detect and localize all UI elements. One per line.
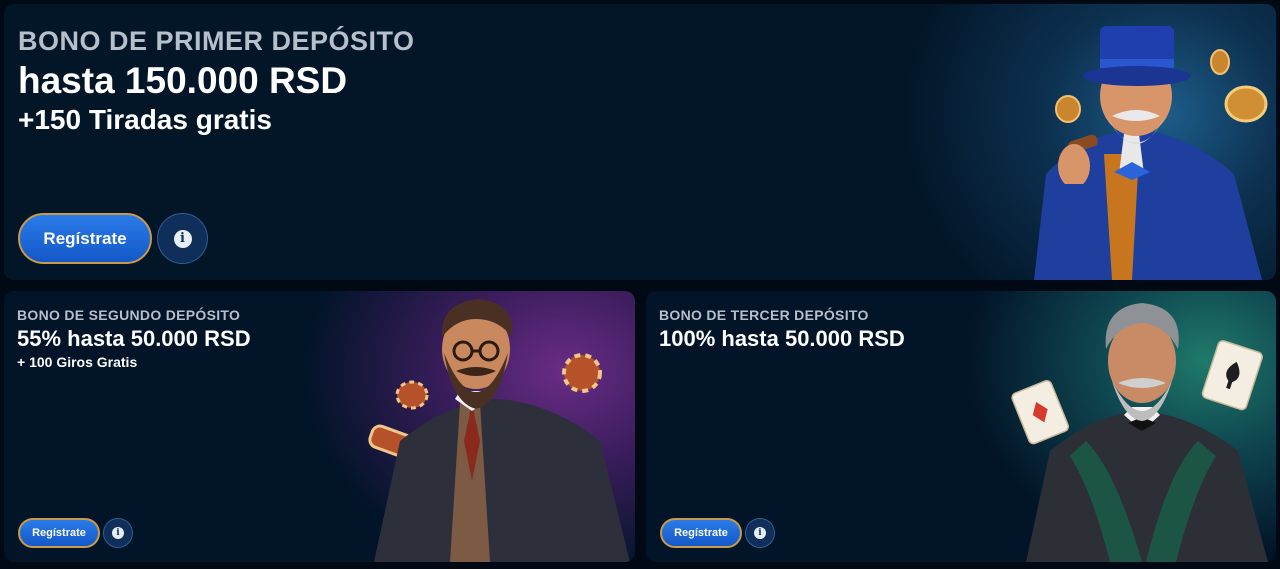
bonus-headline: 55% hasta 50.000 RSD [17, 326, 251, 351]
info-icon: i [754, 527, 766, 539]
info-icon: i [173, 229, 192, 248]
register-button[interactable]: Regístrate [18, 213, 152, 264]
bearded-gentleman-illustration [368, 299, 630, 562]
info-button[interactable]: i [157, 213, 208, 264]
info-button[interactable]: i [745, 518, 775, 548]
gentleman-playing-cards-illustration [1011, 303, 1268, 562]
bonus-subline: +150 Tiradas gratis [18, 104, 272, 135]
bonus-headline: hasta 150.000 RSD [18, 60, 348, 101]
third-deposit-bonus-card: BONO DE TERCER DEPÓSITO 100% hasta 50.00… [646, 291, 1276, 562]
info-button[interactable]: i [103, 518, 133, 548]
bonus-subline: + 100 Giros Gratis [17, 354, 138, 370]
register-button[interactable]: Regístrate [18, 518, 100, 548]
register-button[interactable]: Regístrate [660, 518, 742, 548]
bonus-eyebrow: BONO DE TERCER DEPÓSITO [659, 307, 869, 323]
bonus-eyebrow: BONO DE SEGUNDO DEPÓSITO [17, 307, 241, 323]
gentleman-top-hat-illustration [1034, 26, 1268, 280]
first-deposit-bonus-card: BONO DE PRIMER DEPÓSITO hasta 150.000 RS… [4, 4, 1276, 280]
bonus-headline: 100% hasta 50.000 RSD [659, 326, 905, 351]
second-deposit-bonus-card: BONO DE SEGUNDO DEPÓSITO 55% hasta 50.00… [4, 291, 635, 562]
bonus-eyebrow: BONO DE PRIMER DEPÓSITO [18, 26, 415, 56]
info-icon: i [112, 527, 124, 539]
